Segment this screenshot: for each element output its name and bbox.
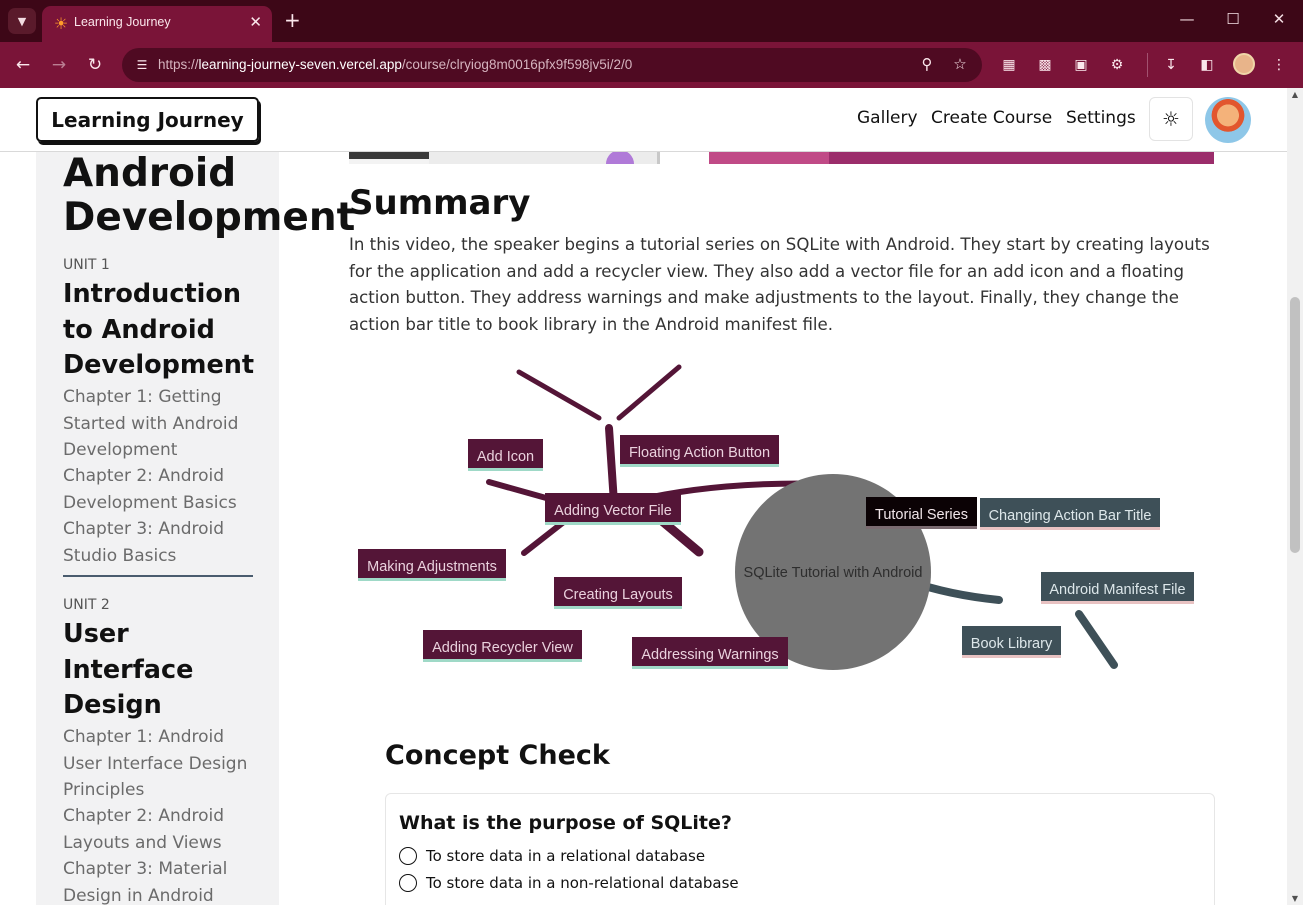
- mind-map-node-label: Book Library: [971, 636, 1053, 652]
- maximize-window-icon[interactable]: ☐: [1218, 10, 1248, 28]
- mind-map-right-branch[interactable]: Changing Action Bar Title Android Manife…: [940, 488, 1200, 668]
- new-tab-button[interactable]: +: [284, 9, 301, 31]
- mind-map-node-adding-recycler-view[interactable]: Adding Recycler View: [423, 630, 582, 662]
- mind-map-root-label: SQLite Tutorial with Android: [744, 565, 923, 581]
- unit-1-chapter-1-link[interactable]: Chapter 1: Getting Started with Android …: [63, 384, 263, 464]
- unit-2-chapter-3-link[interactable]: Chapter 3: Material Design in Android: [63, 856, 263, 905]
- course-title-line2: Development: [63, 195, 356, 240]
- quiz-option-label: To store data in a non-relational databa…: [426, 874, 739, 892]
- mind-map-node-android-manifest-file[interactable]: Android Manifest File: [1041, 572, 1194, 604]
- mind-map-node-floating-action-button[interactable]: Floating Action Button: [620, 435, 779, 467]
- mind-map-node-add-icon[interactable]: Add Icon: [468, 439, 543, 471]
- page-scrollbar[interactable]: ▲ ▼: [1287, 88, 1303, 905]
- minimize-window-icon[interactable]: —: [1172, 10, 1202, 28]
- mind-map-node-label: Addressing Warnings: [641, 647, 778, 663]
- unit-1-chapter-3-link[interactable]: Chapter 3: Android Studio Basics: [63, 516, 263, 569]
- extension-camera-icon[interactable]: ▩: [1034, 54, 1056, 76]
- mind-map-node-label: Add Icon: [477, 449, 534, 465]
- mind-map-node-creating-layouts[interactable]: Creating Layouts: [554, 577, 682, 609]
- bookmark-star-icon[interactable]: ☆: [949, 55, 971, 73]
- quiz-option-1[interactable]: To store data in a relational database: [399, 847, 705, 865]
- course-title: Android Development: [63, 152, 363, 240]
- mind-map-node-label: Adding Vector File: [554, 503, 672, 519]
- quiz-question: What is the purpose of SQLite?: [399, 812, 732, 834]
- scroll-up-arrow-icon[interactable]: ▲: [1287, 90, 1303, 99]
- mind-map-link: [605, 424, 618, 507]
- download-icon[interactable]: ↧: [1160, 54, 1182, 76]
- unit-divider: [63, 575, 253, 577]
- mind-map-node-book-library[interactable]: Book Library: [962, 626, 1061, 658]
- mind-map-node-addressing-warnings[interactable]: Addressing Warnings: [632, 637, 788, 669]
- browser-toolbar: ← → ↻ ☰ https://learning-journey-seven.v…: [0, 42, 1303, 88]
- scroll-down-arrow-icon[interactable]: ▼: [1287, 894, 1303, 903]
- browser-profile-avatar[interactable]: [1233, 53, 1255, 75]
- mind-map-node-making-adjustments[interactable]: Making Adjustments: [358, 549, 506, 581]
- tab-title: Learning Journey: [74, 15, 171, 29]
- unit-2-title: User Interface Design: [63, 619, 194, 720]
- summary-heading: Summary: [349, 183, 531, 223]
- site-navbar: Learning Journey Gallery Create Course S…: [0, 88, 1287, 152]
- unit-2-label: UNIT 2: [63, 597, 110, 613]
- mind-map-node-changing-action-bar-title[interactable]: Changing Action Bar Title: [980, 498, 1160, 530]
- unit-2-chapter-1-link[interactable]: Chapter 1: Android User Interface Design…: [63, 724, 263, 804]
- quiz-option-2[interactable]: To store data in a non-relational databa…: [399, 874, 739, 892]
- browser-tab[interactable]: ☀ Learning Journey ✕: [42, 6, 272, 42]
- extensions-puzzle-icon[interactable]: ⚙: [1106, 54, 1128, 76]
- close-window-icon[interactable]: ✕: [1264, 10, 1294, 28]
- scrollbar-thumb[interactable]: [1290, 297, 1300, 553]
- zoom-icon[interactable]: ⚲: [916, 55, 938, 73]
- forward-arrow-icon[interactable]: →: [47, 53, 71, 77]
- url-scheme: https://: [158, 57, 199, 72]
- url-host: learning-journey-seven.vercel.app: [198, 57, 402, 72]
- address-bar[interactable]: ☰ https://learning-journey-seven.vercel.…: [122, 48, 982, 82]
- radio-button[interactable]: [399, 874, 417, 892]
- side-panel-icon[interactable]: ◧: [1196, 54, 1218, 76]
- mind-map-link: [516, 369, 602, 421]
- mind-map-node-label: Creating Layouts: [563, 587, 673, 603]
- browser-tab-bar: ▼ ☀ Learning Journey ✕ + — ☐ ✕: [0, 0, 1303, 42]
- video-player-bottom[interactable]: [349, 152, 1214, 164]
- extension-square-icon[interactable]: ▣: [1070, 54, 1092, 76]
- nav-create-course-link[interactable]: Create Course: [931, 108, 1052, 128]
- extension-translate-icon[interactable]: ▦: [998, 54, 1020, 76]
- unit-1-title: Introduction to Android Development: [63, 279, 255, 380]
- nav-gallery-link[interactable]: Gallery: [857, 108, 918, 128]
- site-info-icon[interactable]: ☰: [132, 56, 152, 74]
- unit-1-chapter-2-link[interactable]: Chapter 2: Android Development Basics: [63, 463, 263, 516]
- course-title-line1: Android: [63, 151, 237, 196]
- user-avatar[interactable]: [1205, 97, 1251, 143]
- mind-map-node-label: Android Manifest File: [1049, 582, 1185, 598]
- sun-icon: ☼: [1162, 107, 1180, 131]
- url-text: https://learning-journey-seven.vercel.ap…: [158, 57, 632, 72]
- mind-map-node-adding-vector-file[interactable]: Adding Vector File: [545, 493, 681, 525]
- url-path: /course/clryiog8m0016pfx9f598jv5i/2/0: [401, 57, 633, 72]
- concept-check-heading: Concept Check: [385, 740, 610, 771]
- mind-map-link: [616, 364, 682, 421]
- unit-2-chapter-2-link[interactable]: Chapter 2: Android Layouts and Views: [63, 803, 263, 856]
- summary-text: In this video, the speaker begins a tuto…: [349, 235, 1210, 334]
- quiz-option-label: To store data in a relational database: [426, 847, 706, 865]
- mind-map-node-label: Changing Action Bar Title: [989, 508, 1152, 524]
- nav-settings-link[interactable]: Settings: [1066, 108, 1136, 128]
- page-viewport: Learning Journey Gallery Create Course S…: [0, 88, 1287, 905]
- quiz-card: What is the purpose of SQLite? To store …: [385, 793, 1215, 905]
- unit-1-label: UNIT 1: [63, 257, 110, 273]
- reload-icon[interactable]: ↻: [83, 53, 107, 77]
- theme-toggle-button[interactable]: ☼: [1149, 97, 1193, 141]
- mind-map-node-label: Floating Action Button: [629, 445, 770, 461]
- radio-button[interactable]: [399, 847, 417, 865]
- site-logo[interactable]: Learning Journey: [36, 97, 259, 142]
- sun-favicon-icon: ☀: [53, 14, 69, 33]
- mind-map-node-label: Making Adjustments: [367, 559, 497, 575]
- browser-menu-icon[interactable]: ⋮: [1268, 54, 1290, 76]
- toolbar-divider: [1147, 53, 1148, 77]
- back-arrow-icon[interactable]: ←: [11, 53, 35, 77]
- tab-search-button[interactable]: ▼: [8, 8, 36, 34]
- close-tab-icon[interactable]: ✕: [249, 13, 262, 31]
- mind-map-node-label: Adding Recycler View: [432, 640, 573, 656]
